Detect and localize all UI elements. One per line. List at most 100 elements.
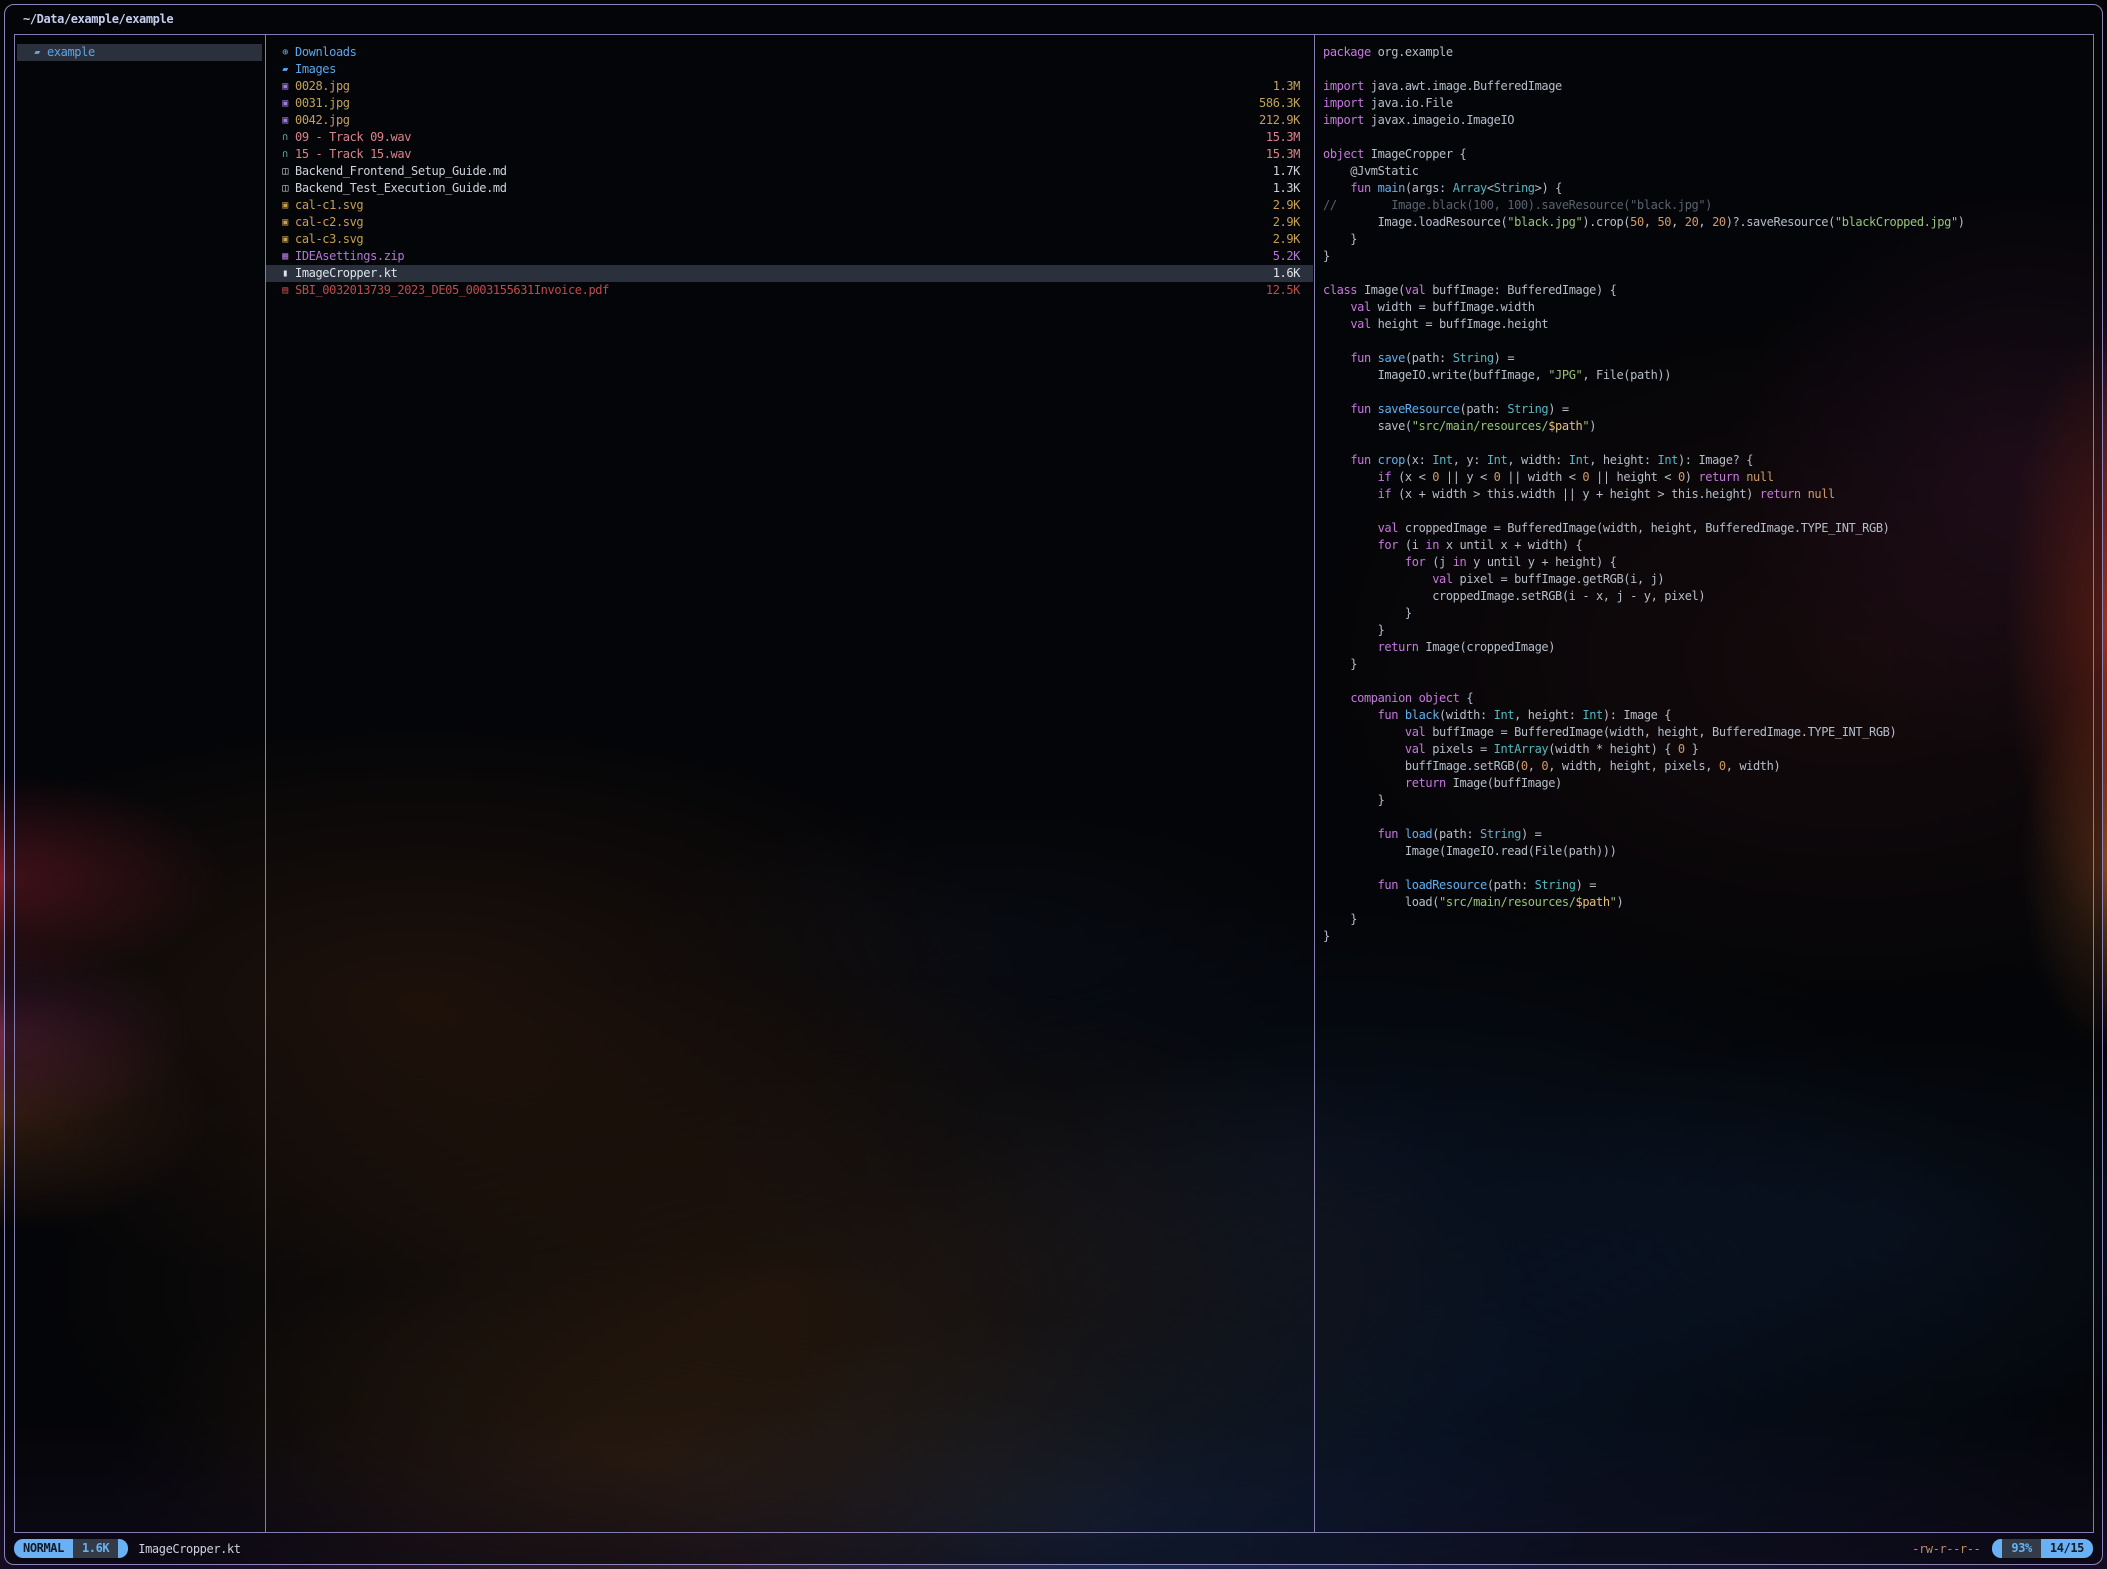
file-name: Downloads bbox=[295, 44, 356, 61]
code-line: if (x + width > this.width || y + height… bbox=[1323, 486, 2093, 503]
file-size: 1.3K bbox=[1273, 180, 1300, 197]
code-line: } bbox=[1323, 911, 2093, 928]
file-name: IDEAsettings.zip bbox=[295, 248, 404, 265]
code-line: fun load(path: String) = bbox=[1323, 826, 2093, 843]
file-row[interactable]: ▣0042.jpg 212.9K bbox=[266, 112, 1313, 129]
file-name: Backend_Frontend_Setup_Guide.md bbox=[295, 163, 507, 180]
code-line: for (i in x until x + width) { bbox=[1323, 537, 2093, 554]
code-line: } bbox=[1323, 605, 2093, 622]
code-line: for (j in y until y + height) { bbox=[1323, 554, 2093, 571]
code-line: import java.awt.image.BufferedImage bbox=[1323, 78, 2093, 95]
audio-icon: ∩ bbox=[278, 129, 292, 146]
yazi-file-manager: ~/Data/example/example ▰example ⊕Downloa… bbox=[4, 4, 2103, 1565]
code-line: import javax.imageio.ImageIO bbox=[1323, 112, 2093, 129]
image-icon: ▣ bbox=[278, 95, 292, 112]
code-line: @JvmStatic bbox=[1323, 163, 2093, 180]
pane-divider-left bbox=[265, 35, 267, 1532]
powerline-cap-icon bbox=[118, 1539, 128, 1558]
code-line bbox=[1323, 265, 2093, 282]
file-row[interactable]: ▦IDEAsettings.zip5.2K bbox=[266, 248, 1313, 265]
code-line: save("src/main/resources/$path") bbox=[1323, 418, 2093, 435]
file-size: 15.3M bbox=[1266, 129, 1300, 146]
code-line: Image.loadResource("black.jpg").crop(50,… bbox=[1323, 214, 2093, 231]
file-row[interactable]: ∩15 - Track 15.wav15.3M bbox=[266, 146, 1313, 163]
markdown-icon: ◫ bbox=[278, 163, 292, 180]
code-line: fun crop(x: Int, y: Int, width: Int, hei… bbox=[1323, 452, 2093, 469]
file-row[interactable]: ▣cal-c3.svg2.9K bbox=[266, 231, 1313, 248]
file-name: Backend_Test_Execution_Guide.md bbox=[295, 180, 507, 197]
hovered-file-size: 1.6K bbox=[73, 1539, 118, 1558]
image-icon: ▣ bbox=[278, 197, 292, 214]
image-icon: ▣ bbox=[278, 231, 292, 248]
powerline-cap-icon bbox=[1992, 1539, 2002, 1558]
code-line: return Image(buffImage) bbox=[1323, 775, 2093, 792]
file-row[interactable]: ▤SBI_0032013739_2023_DE05_0003155631Invo… bbox=[266, 282, 1313, 299]
file-row[interactable]: ▣cal-c2.svg2.9K bbox=[266, 214, 1313, 231]
file-row[interactable]: ⊕Downloads bbox=[266, 44, 1313, 61]
code-line: fun loadResource(path: String) = bbox=[1323, 877, 2093, 894]
code-line: val width = buffImage.width bbox=[1323, 299, 2093, 316]
file-row[interactable]: ▣0031.jpg 586.3K bbox=[266, 95, 1313, 112]
file-name: 15 - Track 15.wav bbox=[295, 146, 411, 163]
hovered-file-name: ImageCropper.kt bbox=[138, 1542, 240, 1556]
code-line: fun main(args: Array<String>) { bbox=[1323, 180, 2093, 197]
file-row[interactable]: ▮ImageCropper.kt1.6K bbox=[266, 265, 1313, 282]
code-line: load("src/main/resources/$path") bbox=[1323, 894, 2093, 911]
code-line bbox=[1323, 673, 2093, 690]
code-line bbox=[1323, 129, 2093, 146]
code-line bbox=[1323, 435, 2093, 452]
preview-pane: package org.example import java.awt.imag… bbox=[1315, 35, 2093, 1532]
file-size: 1.6K bbox=[1273, 265, 1300, 282]
code-line: val buffImage = BufferedImage(width, hei… bbox=[1323, 724, 2093, 741]
code-line: } bbox=[1323, 928, 2093, 945]
code-line bbox=[1323, 61, 2093, 78]
file-name: example bbox=[47, 44, 95, 61]
panes-box: ▰example ⊕Downloads▰Images▣0028.jpg1.3M▣… bbox=[14, 34, 2094, 1533]
file-name: Images bbox=[295, 61, 336, 78]
file-size: 5.2K bbox=[1273, 248, 1300, 265]
download-folder-icon: ⊕ bbox=[278, 44, 292, 61]
file-row[interactable]: ◫Backend_Test_Execution_Guide.md 1.3K bbox=[266, 180, 1313, 197]
code-line: fun black(width: Int, height: Int): Imag… bbox=[1323, 707, 2093, 724]
file-row[interactable]: ▰Images bbox=[266, 61, 1313, 78]
file-size: 1.3M bbox=[1273, 78, 1300, 95]
current-directory-pane: ⊕Downloads▰Images▣0028.jpg1.3M▣0031.jpg5… bbox=[266, 35, 1313, 1532]
folder-icon: ▰ bbox=[278, 61, 292, 78]
file-name: 0028.jpg bbox=[295, 78, 350, 95]
code-line bbox=[1323, 384, 2093, 401]
code-line: return Image(croppedImage) bbox=[1323, 639, 2093, 656]
file-name: SBI_0032013739_2023_DE05_0003155631Invoi… bbox=[295, 282, 609, 299]
status-left: NORMAL 1.6K ImageCropper.kt bbox=[14, 1539, 241, 1558]
file-size: 586.3K bbox=[1259, 95, 1300, 112]
code-line: } bbox=[1323, 231, 2093, 248]
code-line bbox=[1323, 333, 2093, 350]
file-size: 2.9K bbox=[1273, 214, 1300, 231]
file-name: ImageCropper.kt bbox=[295, 265, 397, 282]
markdown-icon: ◫ bbox=[278, 180, 292, 197]
parent-dir-item[interactable]: ▰example bbox=[17, 44, 262, 61]
file-row[interactable]: ◫Backend_Frontend_Setup_Guide.md1.7K bbox=[266, 163, 1313, 180]
mode-indicator: NORMAL bbox=[14, 1539, 73, 1558]
file-size: 2.9K bbox=[1273, 197, 1300, 214]
file-name: 0031.jpg bbox=[295, 95, 350, 112]
image-icon: ▣ bbox=[278, 112, 292, 129]
file-size: 2.9K bbox=[1273, 231, 1300, 248]
status-bar: NORMAL 1.6K ImageCropper.kt -rw-r--r-- 9… bbox=[14, 1538, 2093, 1559]
pdf-icon: ▤ bbox=[278, 282, 292, 299]
code-line: croppedImage.setRGB(i - x, j - y, pixel) bbox=[1323, 588, 2093, 605]
code-line: } bbox=[1323, 622, 2093, 639]
file-name: 0042.jpg bbox=[295, 112, 350, 129]
code-line: } bbox=[1323, 248, 2093, 265]
code-line: buffImage.setRGB(0, 0, width, height, pi… bbox=[1323, 758, 2093, 775]
code-line: val pixel = buffImage.getRGB(i, j) bbox=[1323, 571, 2093, 588]
file-row[interactable]: ∩09 - Track 09.wav15.3M bbox=[266, 129, 1313, 146]
code-line: Image(ImageIO.read(File(path))) bbox=[1323, 843, 2093, 860]
file-permissions: -rw-r--r-- bbox=[1912, 1542, 1980, 1556]
file-row[interactable]: ▣0028.jpg1.3M bbox=[266, 78, 1313, 95]
code-line: fun saveResource(path: String) = bbox=[1323, 401, 2093, 418]
file-size: 212.9K bbox=[1259, 112, 1300, 129]
file-size: 12.5K bbox=[1266, 282, 1300, 299]
code-line: fun save(path: String) = bbox=[1323, 350, 2093, 367]
cursor-position: 14/15 bbox=[2041, 1539, 2093, 1558]
file-row[interactable]: ▣cal-c1.svg2.9K bbox=[266, 197, 1313, 214]
